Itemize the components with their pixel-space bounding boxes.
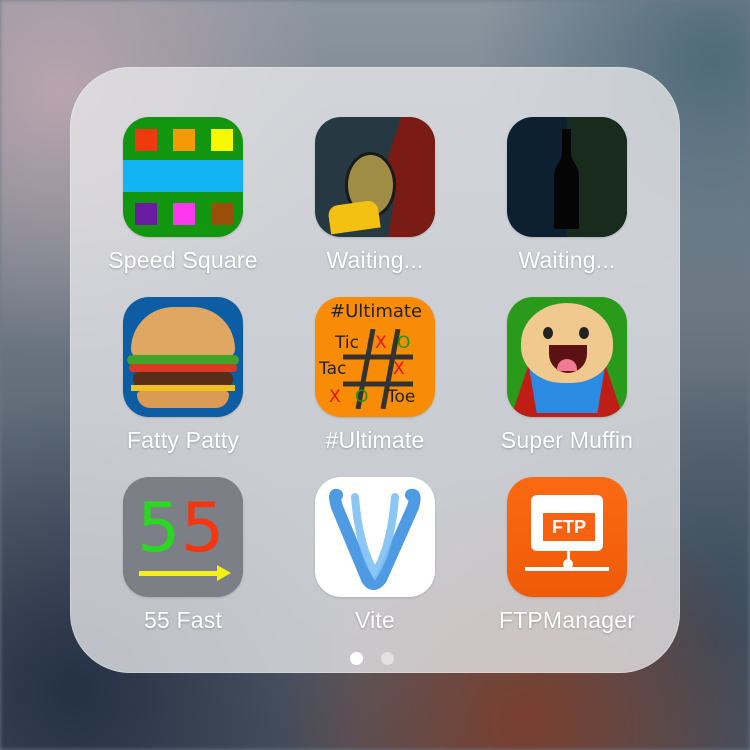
icon-text: Toe: [387, 387, 416, 407]
ultimate-tictactoe-icon[interactable]: #Ultimate Tic X O Tac X X O Toe: [315, 297, 435, 417]
app-speed-square[interactable]: Speed Square: [98, 117, 268, 287]
speed-square-icon[interactable]: [123, 117, 243, 237]
speed-square-tile: [173, 203, 195, 225]
eye: [543, 327, 553, 339]
eye: [579, 327, 589, 339]
muffin-icon[interactable]: [507, 297, 627, 417]
app-label: Waiting...: [326, 247, 424, 273]
arrow-right-icon: [217, 565, 231, 581]
digit-green: 5: [137, 489, 181, 568]
app-ftpmanager[interactable]: FTP FTPManager: [482, 477, 652, 647]
fast-55-icon[interactable]: 5 5: [123, 477, 243, 597]
app-label: #Ultimate: [325, 427, 425, 453]
icon-text: Tac: [319, 359, 347, 379]
app-fatty-patty[interactable]: Fatty Patty: [98, 297, 268, 467]
waiting-bee-icon[interactable]: [315, 117, 435, 237]
app-waiting-2[interactable]: Waiting...: [482, 117, 652, 287]
bun-top: [131, 307, 235, 357]
app-label: Waiting...: [518, 247, 616, 273]
waiting-bottle-icon[interactable]: [507, 117, 627, 237]
page-indicator[interactable]: [350, 652, 394, 665]
icon-text: X: [375, 333, 387, 353]
icon-text: #Ultimate: [330, 301, 423, 322]
app-55-fast[interactable]: 5 5 55 Fast: [98, 477, 268, 647]
page-dot-active[interactable]: [350, 652, 363, 665]
icon-text: X: [329, 387, 341, 407]
speed-square-tile: [173, 129, 195, 151]
app-label: FTPManager: [498, 607, 636, 633]
page-dot[interactable]: [381, 652, 394, 665]
app-super-muffin[interactable]: Super Muffin: [482, 297, 652, 467]
network-connector: [567, 551, 570, 565]
bottle-icon: [554, 129, 579, 229]
speed-square-stripe: [123, 160, 243, 192]
app-vite[interactable]: Vite: [290, 477, 460, 647]
patty: [133, 372, 233, 386]
icon-text: X: [393, 359, 405, 379]
burger-icon[interactable]: [123, 297, 243, 417]
app-ultimate[interactable]: #Ultimate Tic X O Tac X X O Toe #Ultimat…: [290, 297, 460, 467]
digit-red: 5: [181, 489, 225, 568]
app-label: Vite: [354, 607, 396, 633]
icon-text: O: [397, 333, 411, 353]
app-label: Speed Square: [108, 247, 258, 273]
app-waiting-1[interactable]: Waiting...: [290, 117, 460, 287]
speed-square-tile: [135, 129, 157, 151]
app-label: Fatty Patty: [126, 427, 240, 453]
app-label: Super Muffin: [500, 427, 634, 453]
speed-square-tile: [135, 203, 157, 225]
icon-text: O: [355, 387, 369, 407]
bun-bottom: [137, 391, 229, 408]
speed-square-tile: [211, 129, 233, 151]
v-logo-icon: [329, 488, 421, 590]
app-label: 55 Fast: [143, 607, 223, 633]
ftp-badge: FTP: [541, 511, 597, 543]
vite-icon[interactable]: [315, 477, 435, 597]
speed-square-tile: [211, 203, 233, 225]
arrow-line: [139, 571, 219, 576]
tomato: [129, 364, 237, 372]
ftp-manager-icon[interactable]: FTP: [507, 477, 627, 597]
icon-text: Tic: [335, 333, 359, 353]
bee-stripe: [327, 199, 381, 235]
folder-panel: Speed Square Waiting... Waiting... Fatty: [70, 67, 680, 673]
